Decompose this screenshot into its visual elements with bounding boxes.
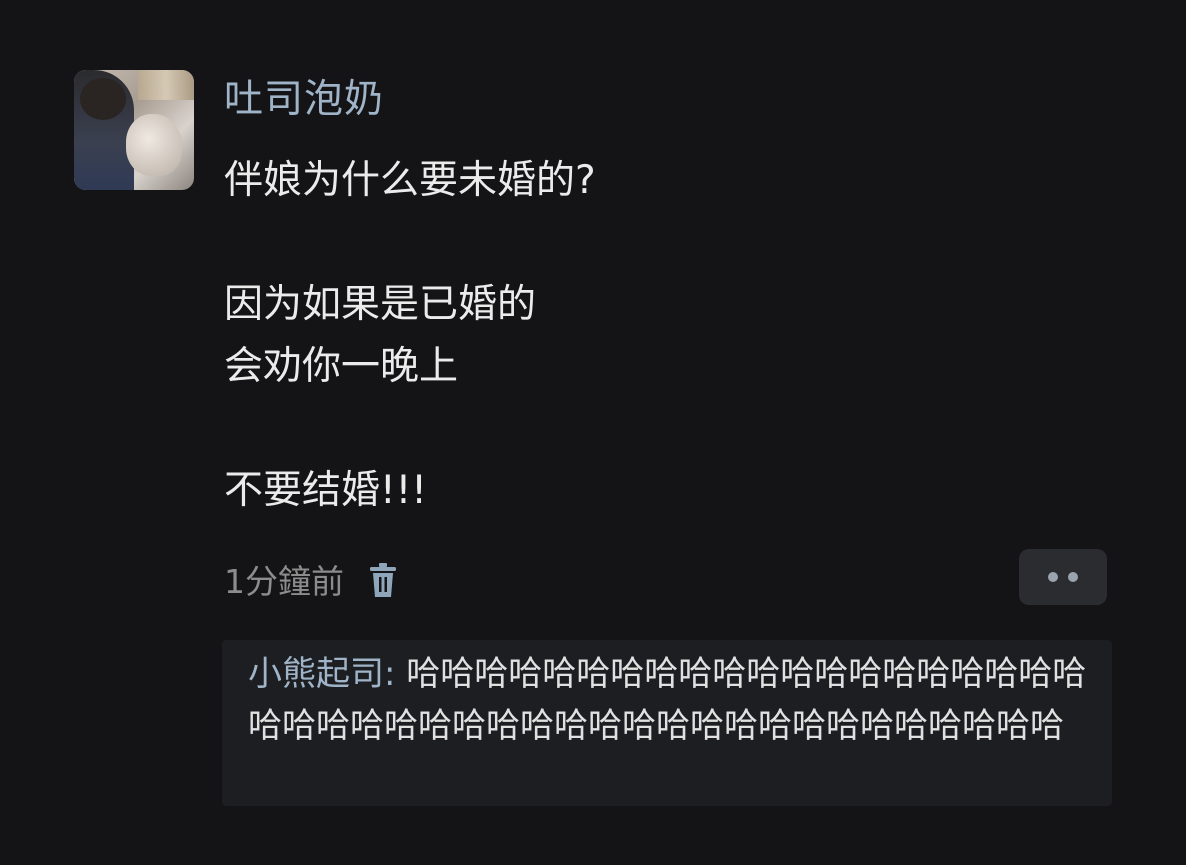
post-message: 伴娘为什么要未婚的? 因为如果是已婚的 会劝你一晚上 不要结婚!!!	[224, 150, 596, 522]
message-spacer	[224, 212, 596, 274]
reply-separator: :	[384, 654, 407, 694]
avatar-background	[138, 70, 194, 100]
trash-icon[interactable]	[368, 563, 398, 599]
message-line: 不要结婚!!!	[224, 468, 427, 513]
message-line: 会劝你一晚上	[224, 344, 459, 389]
more-options-button[interactable]	[1019, 549, 1107, 605]
reply-preview[interactable]: 小熊起司: 哈哈哈哈哈哈哈哈哈哈哈哈哈哈哈哈哈哈哈哈哈哈哈哈哈哈哈哈哈哈哈哈哈哈…	[222, 640, 1112, 806]
more-dots-icon	[1048, 572, 1058, 582]
reply-author[interactable]: 小熊起司	[248, 654, 384, 694]
message-spacer	[224, 398, 596, 460]
avatar[interactable]	[74, 70, 194, 190]
avatar-plush	[126, 114, 182, 176]
post-username[interactable]: 吐司泡奶	[224, 72, 384, 128]
avatar-head	[80, 78, 126, 120]
post-timestamp: 1分鐘前	[224, 562, 344, 601]
message-line: 伴娘为什么要未婚的?	[224, 158, 596, 203]
trash-icon-graphic	[370, 563, 396, 597]
message-line: 因为如果是已婚的	[224, 282, 537, 327]
post-meta: 1分鐘前	[224, 552, 398, 606]
more-dots-icon	[1068, 572, 1078, 582]
